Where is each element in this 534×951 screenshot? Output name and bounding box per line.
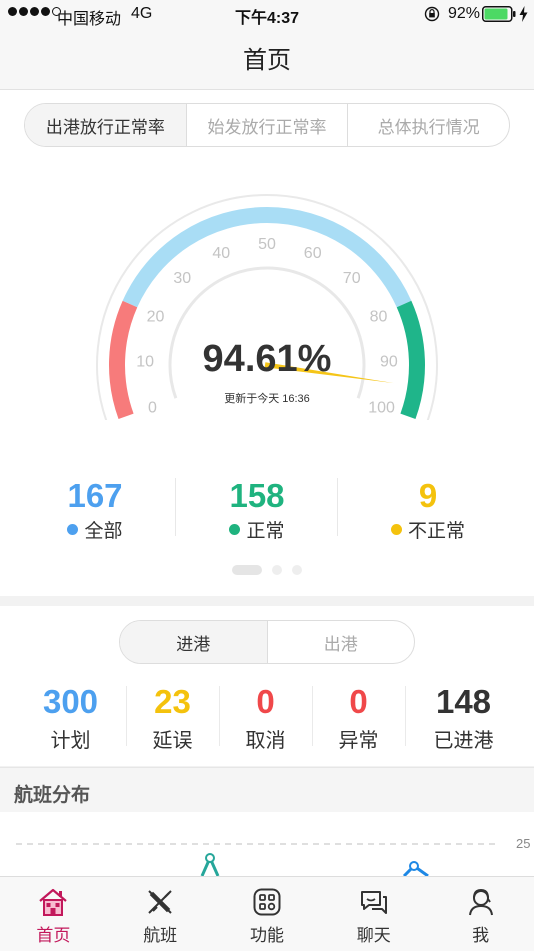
rate-tab-group: 出港放行正常率 始发放行正常率 总体执行情况	[24, 103, 510, 147]
tab-overall-execution[interactable]: 总体执行情况	[347, 104, 509, 146]
tab-chat[interactable]: 聊天	[320, 877, 427, 951]
stat-delayed-value: 23	[154, 683, 191, 720]
tab-home-label: 首页	[36, 926, 71, 945]
summary-all-dot	[67, 524, 79, 535]
stat-planned-value: 300	[42, 683, 99, 720]
flight-stats-card: 进港 出港 300 计划 23 延误 0 取消 0 异常 148 已进港	[0, 606, 534, 766]
gauge-tick-label: 40	[212, 245, 230, 262]
stat-exception-value: 0	[349, 683, 368, 720]
page-dot-3[interactable]	[292, 565, 302, 575]
tab-departure-release-rate[interactable]: 出港放行正常率	[25, 104, 186, 146]
tab-functions-label: 功能	[249, 926, 284, 945]
rate-card: 出港放行正常率 始发放行正常率 总体执行情况 0 10 20 30 40 50 60 70 80…	[0, 90, 534, 596]
divider	[175, 478, 176, 536]
tab-outbound[interactable]: 出港	[266, 621, 415, 663]
stat-delayed[interactable]: 23 延误	[126, 684, 219, 753]
section-title: 航班分布	[14, 785, 91, 806]
summary-all-value: 167	[67, 477, 123, 514]
function-icon	[253, 888, 281, 916]
summary-normal-label: 正常	[246, 521, 285, 542]
tab-origin-release-rate[interactable]: 始发放行正常率	[185, 104, 348, 146]
flight-distribution-chart: 25	[0, 812, 534, 876]
tab-flights[interactable]: 航班	[107, 877, 214, 951]
home-icon	[39, 888, 68, 916]
page-indicator[interactable]	[0, 565, 534, 575]
stat-arrived[interactable]: 148 已进港	[417, 684, 510, 753]
stat-planned[interactable]: 300 计划	[24, 684, 117, 753]
gauge-tick-label: 20	[147, 308, 165, 325]
series-point-teal	[205, 853, 215, 863]
summary-abnormal-dot	[390, 524, 402, 535]
stat-arrived-value: 148	[435, 683, 492, 720]
summary-normal[interactable]: 158 正常	[177, 478, 337, 543]
summary-normal-dot	[229, 524, 241, 535]
summary-abnormal-label: 不正常	[407, 521, 465, 542]
release-rate-gauge: 0102030405060708090100	[96, 194, 438, 420]
gauge-tick-label: 60	[304, 245, 322, 262]
divider	[337, 478, 338, 536]
tab-me-label: 我	[472, 926, 490, 945]
stat-delayed-label: 延误	[152, 730, 193, 752]
tab-functions[interactable]: 功能	[214, 877, 321, 951]
stat-cancelled-label: 取消	[245, 730, 286, 752]
tab-inbound[interactable]: 进港	[120, 621, 267, 663]
gauge-tick-label: 70	[343, 270, 361, 287]
gauge-band-1	[122, 207, 412, 308]
tab-chat-label: 聊天	[356, 926, 391, 945]
summary-normal-value: 158	[229, 477, 285, 514]
navigation-bar: 首页	[0, 28, 534, 90]
chart-canvas	[16, 843, 500, 876]
tab-home[interactable]: 首页	[0, 877, 107, 951]
summary-all[interactable]: 167 全部	[15, 478, 175, 543]
flight-distribution-header: 航班分布	[0, 767, 534, 813]
gauge-tick-label: 30	[173, 270, 191, 287]
stat-cancelled[interactable]: 0 取消	[219, 684, 312, 753]
tab-flights-label: 航班	[143, 926, 178, 945]
page-title: 首页	[243, 47, 291, 74]
inbound-outbound-tabs: 进港 出港	[119, 620, 415, 664]
rotation-lock-icon	[424, 6, 440, 22]
chat-icon	[360, 891, 387, 914]
stat-arrived-label: 已进港	[433, 730, 494, 752]
stat-planned-label: 计划	[50, 730, 91, 752]
battery-percent: 92%	[448, 5, 481, 22]
series-point-blue	[409, 861, 419, 871]
divider	[405, 686, 406, 746]
gauge-tick-label: 80	[370, 308, 388, 325]
stat-exception[interactable]: 0 异常	[312, 684, 405, 753]
stat-cancelled-value: 0	[256, 683, 275, 720]
summary-abnormal-value: 9	[418, 477, 438, 514]
summary-all-label: 全部	[84, 521, 123, 542]
summary-abnormal[interactable]: 9 不正常	[348, 478, 508, 543]
stat-exception-label: 异常	[338, 730, 379, 752]
bottom-tab-bar: 首页 航班 功能 聊天 我	[0, 876, 534, 951]
flight-icon	[148, 890, 172, 914]
charging-icon	[519, 6, 528, 22]
status-bar: 中国移动 4G 下午4:37 92%	[0, 0, 534, 28]
gauge-value: 94.61%	[202, 338, 332, 380]
tab-me[interactable]: 我	[427, 877, 534, 951]
y-tick-label: 25	[516, 836, 531, 851]
page-dot-1[interactable]	[232, 565, 262, 575]
gauge-tick-label: 50	[258, 236, 276, 253]
user-icon	[468, 888, 493, 916]
gauge-updated-time: 更新于今天 16:36	[224, 393, 310, 405]
page-dot-2[interactable]	[272, 565, 282, 575]
battery-icon	[482, 6, 516, 22]
